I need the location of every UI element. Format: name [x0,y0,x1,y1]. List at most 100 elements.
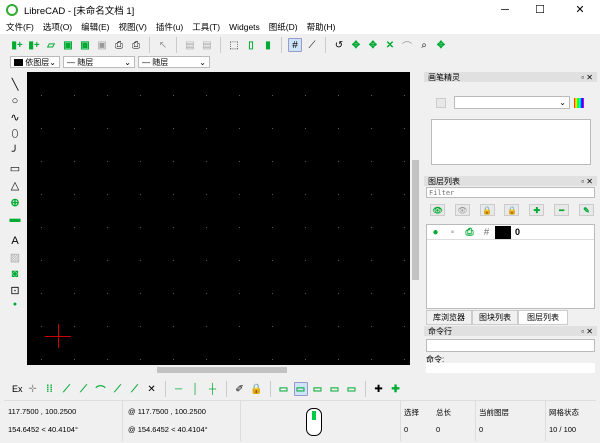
draft-icon[interactable]: ⟋ [305,38,319,52]
exclusive-snap-button[interactable]: Ex [12,384,23,394]
layer-row[interactable]: ● ▪ ⎙ # 0 [427,225,594,240]
grid-toggle-icon[interactable]: # [288,38,302,52]
restrict-orthogonal-icon[interactable]: ┼ [206,382,220,396]
save-icon[interactable]: ▣ [61,38,75,52]
print-icon[interactable]: ⎙ [112,38,126,52]
add-block-icon[interactable]: ✚ [372,382,386,396]
new-file-icon[interactable]: ▮+ [10,38,24,52]
dock-float-close-icon[interactable]: ▫ ✕ [581,327,593,336]
insert-block-icon[interactable]: ✚ [389,382,403,396]
color-palette-icon[interactable] [574,98,584,108]
close-button[interactable]: ✕ [565,0,595,20]
view-4-icon[interactable]: ▭ [328,382,342,396]
minimize-button[interactable]: ─ [490,0,520,20]
print-icon[interactable]: ⎙ [461,225,478,239]
snap-endpoint-icon[interactable]: ⟋ [60,382,74,396]
horizontal-scrollbar[interactable] [27,365,410,375]
relative-zero-icon[interactable]: ✐ [233,382,247,396]
menu-plugins[interactable]: 插件(u) [156,21,183,33]
line-tool-icon[interactable]: ╲ [12,78,19,91]
menu-edit[interactable]: 编辑(E) [81,21,109,33]
modify-tool-icon[interactable]: ⊕ [10,196,19,209]
dimension-tool-icon[interactable]: △ [11,179,19,192]
show-all-layers-icon[interactable]: 👁 [430,204,445,216]
restrict-vertical-icon[interactable]: │ [189,382,203,396]
pen-wizard-small-button[interactable] [436,98,446,110]
drawing-canvas[interactable] [27,72,410,365]
paste-icon[interactable]: ▤ [200,38,214,52]
menu-help[interactable]: 帮助(H) [307,21,336,33]
view-5-icon[interactable]: ▭ [345,382,359,396]
add-layer-icon[interactable]: ✚ [529,204,545,216]
menu-tools[interactable]: 工具(T) [192,21,220,33]
restrict-horizontal-icon[interactable]: ─ [172,382,186,396]
menu-widgets[interactable]: Widgets [229,22,260,32]
edit-layer-icon[interactable]: ✎ [578,204,594,216]
snap-free-icon[interactable]: ✛ [26,382,40,396]
image-tool-icon[interactable]: ◙ [12,268,19,280]
view-2-icon[interactable]: ▭ [293,382,308,396]
zoom-previous-icon[interactable]: ⌒ [400,38,414,53]
menu-drawings[interactable]: 图纸(D) [269,21,298,33]
print-preview-icon[interactable]: ⎙ [129,38,143,52]
lock-relative-zero-icon[interactable]: 🔒 [250,382,264,396]
dock-float-close-icon[interactable]: ▫ ✕ [581,177,593,186]
new-template-icon[interactable]: ▮+ [27,38,41,52]
layer-color-swatch[interactable] [495,225,511,239]
menu-file[interactable]: 文件(F) [6,21,34,33]
view-1-icon[interactable]: ▭ [277,382,291,396]
menu-view[interactable]: 视图(V) [118,21,146,33]
vertical-scrollbar[interactable] [410,72,421,365]
open-folder-icon[interactable]: ▱ [44,38,58,52]
view-3-icon[interactable]: ▭ [311,382,325,396]
lock-icon[interactable]: ▪ [444,225,461,239]
maximize-button[interactable]: ☐ [525,0,555,20]
unlock-all-icon[interactable]: 🔒 [479,204,495,216]
curve-tool-icon[interactable]: ∿ [10,111,19,124]
measure-tool-icon[interactable]: ▬ [10,213,21,225]
snap-distance-icon[interactable]: ⟋ [128,382,142,396]
zoom-pan-icon[interactable]: ✥ [434,38,448,52]
tab-block-list[interactable]: 图块列表 [472,310,518,325]
menu-options[interactable]: 选项(O) [43,21,72,33]
block-icon[interactable]: ⬚ [227,38,241,52]
layer-filter-input[interactable] [426,187,595,198]
save-as-icon[interactable]: ▣ [78,38,92,52]
zoom-auto-icon[interactable]: ✕ [383,38,397,52]
select-pointer-icon[interactable]: ↖ [156,38,170,52]
copy-icon[interactable]: ▤ [183,38,197,52]
hide-all-layers-icon[interactable]: 👁 [454,204,470,216]
snap-entity-icon[interactable]: ⟋ [77,382,91,396]
construction-icon[interactable]: # [478,225,495,239]
snap-middle-icon[interactable]: ⟋ [111,382,125,396]
visible-icon[interactable]: ● [427,225,444,239]
save-all-icon[interactable]: ▣ [95,38,109,52]
point-tool-icon[interactable]: ● [13,301,17,308]
zoom-out-icon[interactable]: ✥ [366,38,380,52]
zoom-window-icon[interactable]: ⌕ [417,38,431,52]
layer-icon[interactable]: ▯ [244,38,258,52]
line-width-select[interactable]: — 随层 ⌄ [63,56,135,68]
color-select[interactable]: 依图层 ⌄ [10,56,60,68]
line-type-select[interactable]: — 随层 ⌄ [138,56,210,68]
pen-wizard-select[interactable]: ⌄ [454,96,570,109]
block-tool-icon[interactable]: ⊡ [10,284,19,297]
text-tool-icon[interactable]: A [11,235,18,247]
snap-center-icon[interactable]: ⌒ [94,382,108,397]
ellipse-tool-icon[interactable]: ⬯ [12,128,19,141]
polyline-tool-icon[interactable]: ╯ [12,145,19,158]
snap-grid-icon[interactable]: ⁞⁞ [43,382,57,396]
snap-intersection-icon[interactable]: ✕ [145,382,159,396]
redraw-icon[interactable]: ↺ [332,38,346,52]
dock-float-close-icon[interactable]: ▫ ✕ [581,73,593,82]
insert-block-icon[interactable]: ▮ [261,38,275,52]
pen-wizard-list[interactable] [431,119,591,165]
zoom-in-icon[interactable]: ✥ [349,38,363,52]
select-tool-icon[interactable]: ▭ [10,162,20,175]
remove-layer-icon[interactable]: ━ [554,204,570,216]
hatch-tool-icon[interactable]: ▨ [10,251,20,264]
tab-layer-list[interactable]: 图层列表 [518,310,568,325]
tab-library-browser[interactable]: 库浏览器 [426,310,472,325]
lock-all-icon[interactable]: 🔒 [504,204,520,216]
command-history[interactable] [426,339,595,352]
